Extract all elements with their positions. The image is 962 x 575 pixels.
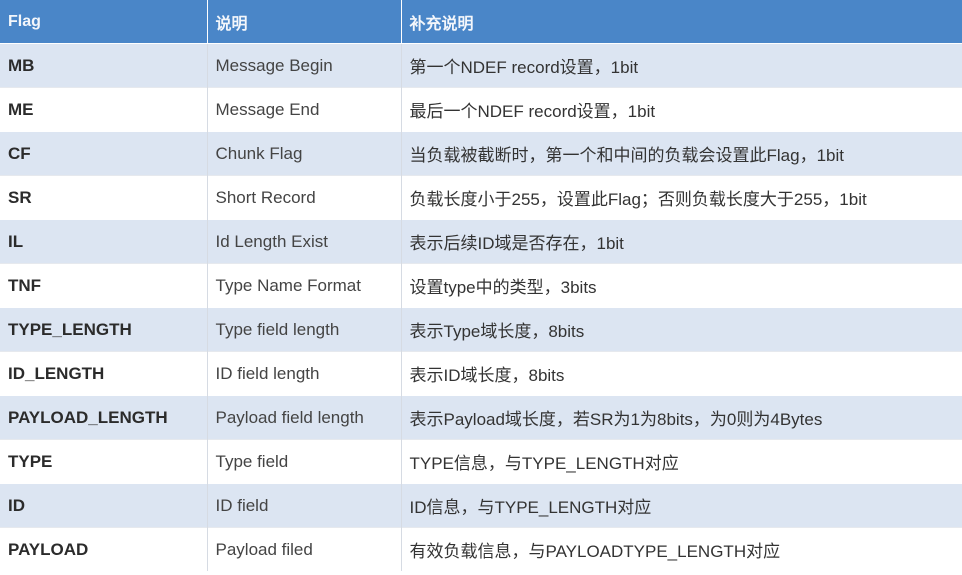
table-row: TYPE Type field TYPE信息，与TYPE_LENGTH对应 <box>0 439 962 484</box>
cell-description: ID field length <box>207 351 402 396</box>
table-header-row: Flag 说明 补充说明 <box>0 0 962 44</box>
cell-note: 表示Payload域长度，若SR为1为8bits，为0则为4Bytes <box>401 395 962 440</box>
table-row: ME Message End 最后一个NDEF record设置，1bit <box>0 87 962 132</box>
cell-flag: IL <box>0 219 208 264</box>
cell-flag: MB <box>0 43 208 88</box>
cell-note: 表示后续ID域是否存在，1bit <box>401 219 962 264</box>
cell-flag: ID <box>0 483 208 528</box>
cell-description: Message Begin <box>207 43 402 88</box>
cell-note: 负载长度小于255，设置此Flag；否则负载长度大于255，1bit <box>401 175 962 220</box>
cell-description: ID field <box>207 483 402 528</box>
cell-description: Message End <box>207 87 402 132</box>
table-row: CF Chunk Flag 当负载被截断时，第一个和中间的负载会设置此Flag，… <box>0 131 962 176</box>
table-row: PAYLOAD Payload filed 有效负载信息，与PAYLOADTYP… <box>0 527 962 571</box>
cell-description: Id Length Exist <box>207 219 402 264</box>
cell-description: Short Record <box>207 175 402 220</box>
table-row: ID ID field ID信息，与TYPE_LENGTH对应 <box>0 483 962 528</box>
table-row: SR Short Record 负载长度小于255，设置此Flag；否则负载长度… <box>0 175 962 220</box>
cell-description: Type field length <box>207 307 402 352</box>
cell-note: 表示Type域长度，8bits <box>401 307 962 352</box>
cell-flag: TYPE_LENGTH <box>0 307 208 352</box>
cell-description: Payload filed <box>207 527 402 571</box>
table-row: TYPE_LENGTH Type field length 表示Type域长度，… <box>0 307 962 352</box>
cell-note: 有效负载信息，与PAYLOADTYPE_LENGTH对应 <box>401 527 962 571</box>
header-note: 补充说明 <box>401 0 962 44</box>
cell-flag: PAYLOAD <box>0 527 208 571</box>
table-row: IL Id Length Exist 表示后续ID域是否存在，1bit <box>0 219 962 264</box>
cell-flag: TNF <box>0 263 208 308</box>
cell-note: 第一个NDEF record设置，1bit <box>401 43 962 88</box>
cell-note: 设置type中的类型，3bits <box>401 263 962 308</box>
ndef-flag-table: Flag 说明 补充说明 MB Message Begin 第一个NDEF re… <box>0 0 962 571</box>
cell-flag: ME <box>0 87 208 132</box>
cell-description: Type Name Format <box>207 263 402 308</box>
cell-flag: CF <box>0 131 208 176</box>
table-row: MB Message Begin 第一个NDEF record设置，1bit <box>0 43 962 88</box>
cell-note: 最后一个NDEF record设置，1bit <box>401 87 962 132</box>
header-description: 说明 <box>207 0 402 44</box>
cell-note: ID信息，与TYPE_LENGTH对应 <box>401 483 962 528</box>
cell-note: 表示ID域长度，8bits <box>401 351 962 396</box>
cell-flag: PAYLOAD_LENGTH <box>0 395 208 440</box>
cell-flag: TYPE <box>0 439 208 484</box>
table-row: TNF Type Name Format 设置type中的类型，3bits <box>0 263 962 308</box>
cell-note: 当负载被截断时，第一个和中间的负载会设置此Flag，1bit <box>401 131 962 176</box>
cell-description: Payload field length <box>207 395 402 440</box>
cell-description: Chunk Flag <box>207 131 402 176</box>
header-flag: Flag <box>0 0 208 44</box>
table-row: PAYLOAD_LENGTH Payload field length 表示Pa… <box>0 395 962 440</box>
table-row: ID_LENGTH ID field length 表示ID域长度，8bits <box>0 351 962 396</box>
cell-note: TYPE信息，与TYPE_LENGTH对应 <box>401 439 962 484</box>
cell-flag: SR <box>0 175 208 220</box>
cell-flag: ID_LENGTH <box>0 351 208 396</box>
cell-description: Type field <box>207 439 402 484</box>
